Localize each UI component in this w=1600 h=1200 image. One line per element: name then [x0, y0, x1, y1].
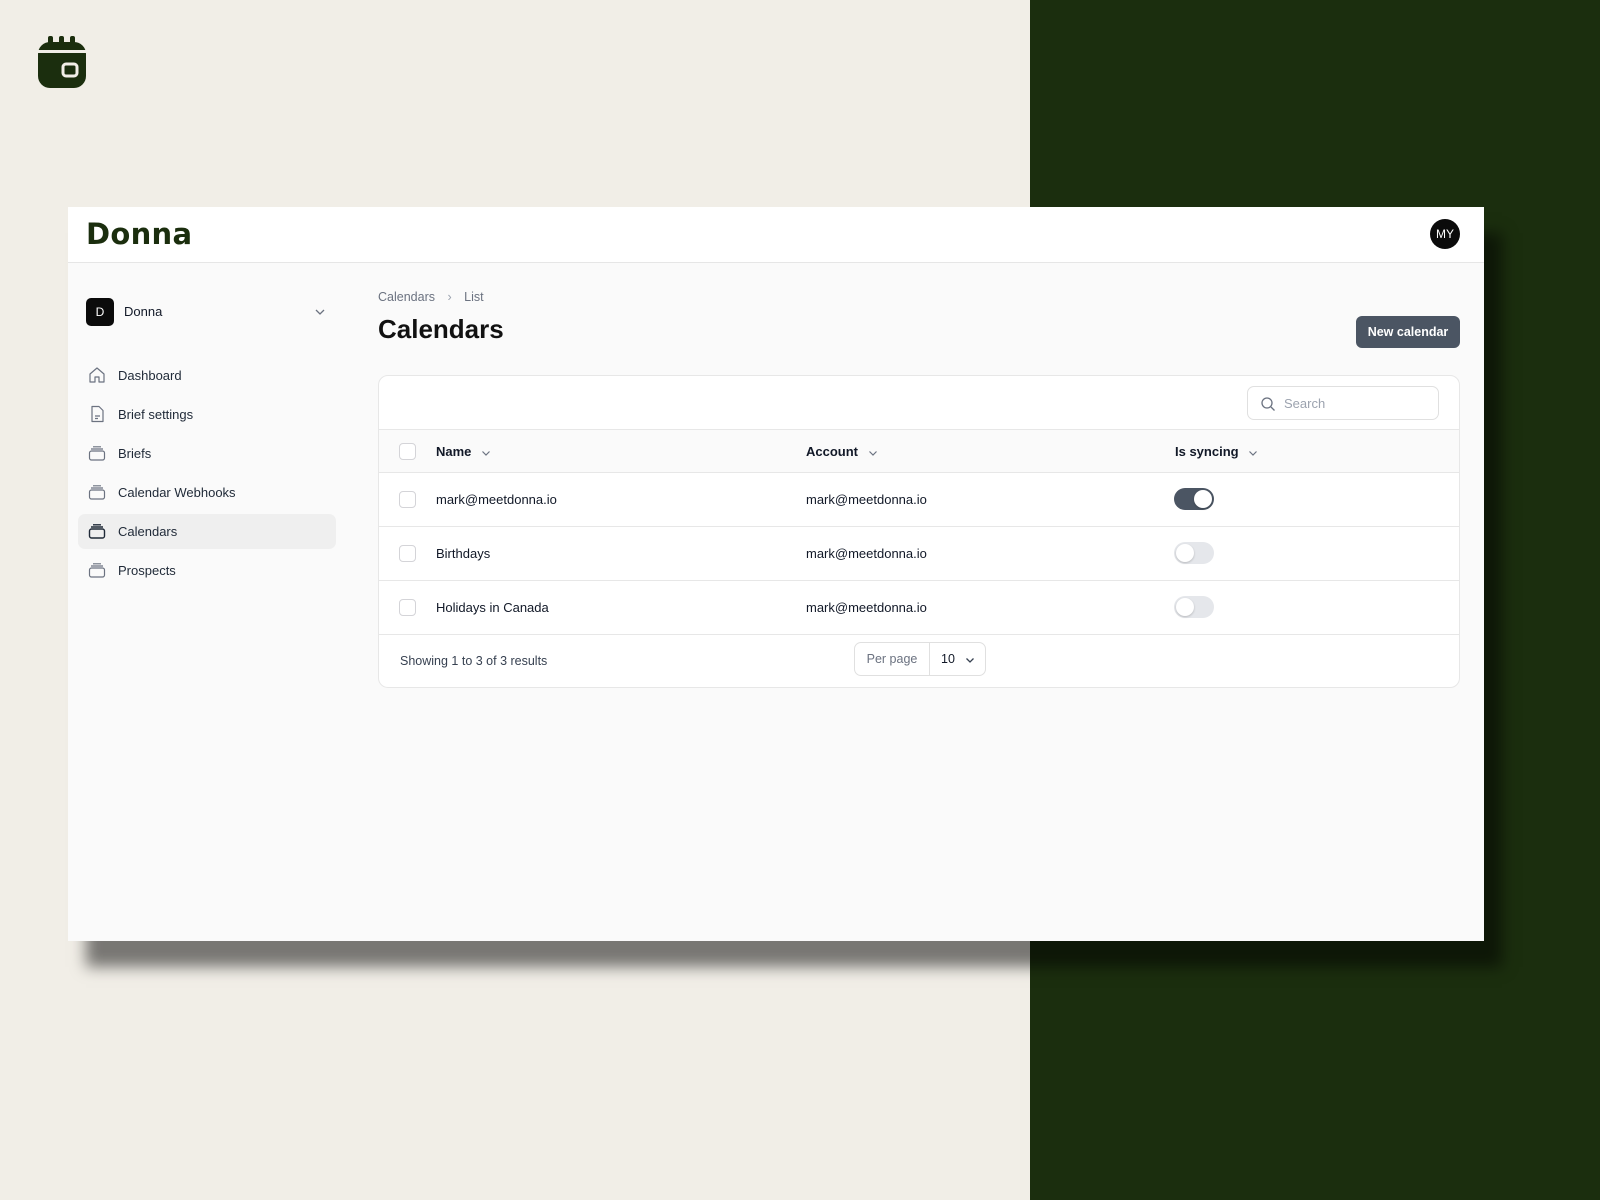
team-name: Donna [124, 304, 163, 319]
collection-icon [88, 524, 106, 539]
toggle-knob [1176, 544, 1194, 562]
collection-icon [88, 485, 106, 500]
column-header-name[interactable]: Name [436, 444, 491, 459]
app-window: Donna MY D Donna Dashboard Brief setting… [68, 207, 1484, 941]
column-header-is-syncing[interactable]: Is syncing [1175, 444, 1258, 459]
cell-account: mark@meetdonna.io [806, 546, 927, 561]
sidebar-nav: Dashboard Brief settings Briefs Calendar… [78, 358, 336, 592]
sort-chevron-icon [868, 450, 877, 456]
sidebar-item-prospects[interactable]: Prospects [78, 553, 336, 588]
cell-account: mark@meetdonna.io [806, 492, 927, 507]
sidebar-item-label: Brief settings [118, 407, 194, 422]
app-logo[interactable]: Donna [86, 217, 192, 251]
per-page-value: 10 [941, 652, 955, 666]
chevron-right-icon: › [447, 290, 452, 304]
cell-name: Birthdays [436, 546, 491, 561]
home-icon [89, 367, 105, 383]
row-checkbox[interactable] [399, 491, 416, 508]
toggle-knob [1194, 490, 1212, 508]
sidebar-item-label: Calendars [118, 524, 178, 539]
row-checkbox[interactable] [399, 599, 416, 616]
per-page-select[interactable]: Per page 10 [854, 642, 986, 676]
table-toolbar [379, 376, 1459, 430]
column-header-label: Account [806, 444, 858, 459]
column-header-label: Is syncing [1175, 444, 1239, 459]
search-icon [1261, 397, 1275, 411]
collection-icon [88, 446, 106, 461]
breadcrumb-current: List [464, 290, 484, 304]
sidebar-item-label: Briefs [118, 446, 152, 461]
document-icon [91, 405, 104, 423]
calendars-table-card: Name Account Is syncing mark@meetdonna.i… [378, 375, 1460, 688]
sidebar-item-calendar-webhooks[interactable]: Calendar Webhooks [78, 475, 336, 510]
team-switcher[interactable]: D Donna [86, 298, 326, 326]
cell-account: mark@meetdonna.io [806, 600, 927, 615]
collection-icon [88, 563, 106, 578]
row-checkbox[interactable] [399, 545, 416, 562]
chevron-down-icon [966, 658, 974, 663]
chevron-down-icon [315, 309, 325, 315]
syncing-toggle[interactable] [1174, 596, 1214, 618]
toggle-knob [1176, 598, 1194, 616]
sidebar-item-dashboard[interactable]: Dashboard [78, 358, 336, 393]
sidebar-item-calendars[interactable]: Calendars [78, 514, 336, 549]
cell-name: Holidays in Canada [436, 600, 549, 615]
top-bar: Donna MY [68, 207, 1484, 263]
sidebar-item-briefs[interactable]: Briefs [78, 436, 336, 471]
calendar-brand-icon [38, 36, 86, 88]
user-avatar[interactable]: MY [1430, 219, 1460, 249]
column-header-account[interactable]: Account [806, 444, 878, 459]
breadcrumb-link-calendars[interactable]: Calendars [378, 290, 435, 304]
new-calendar-button[interactable]: New calendar [1356, 316, 1460, 348]
page-title: Calendars [378, 314, 504, 344]
per-page-label: Per page [855, 643, 930, 675]
table-row[interactable]: Holidays in Canada mark@meetdonna.io [379, 581, 1459, 635]
column-header-label: Name [436, 444, 472, 459]
pagination-summary: Showing 1 to 3 of 3 results [400, 654, 548, 668]
search-box [1247, 386, 1439, 420]
search-input[interactable] [1284, 393, 1424, 413]
syncing-toggle[interactable] [1174, 542, 1214, 564]
sidebar-item-label: Dashboard [118, 368, 182, 383]
sidebar-item-label: Calendar Webhooks [118, 485, 236, 500]
syncing-toggle[interactable] [1174, 488, 1214, 510]
sidebar-item-brief-settings[interactable]: Brief settings [78, 397, 336, 432]
table-header: Name Account Is syncing [379, 430, 1459, 473]
sort-chevron-icon [1249, 450, 1258, 456]
table-row[interactable]: mark@meetdonna.io mark@meetdonna.io [379, 473, 1459, 527]
select-all-checkbox[interactable] [399, 443, 416, 460]
sidebar-item-label: Prospects [118, 563, 176, 578]
cell-name: mark@meetdonna.io [436, 492, 557, 507]
sort-chevron-icon [482, 450, 490, 456]
breadcrumb: Calendars › List [378, 290, 484, 304]
table-row[interactable]: Birthdays mark@meetdonna.io [379, 527, 1459, 581]
team-badge: D [86, 298, 114, 326]
